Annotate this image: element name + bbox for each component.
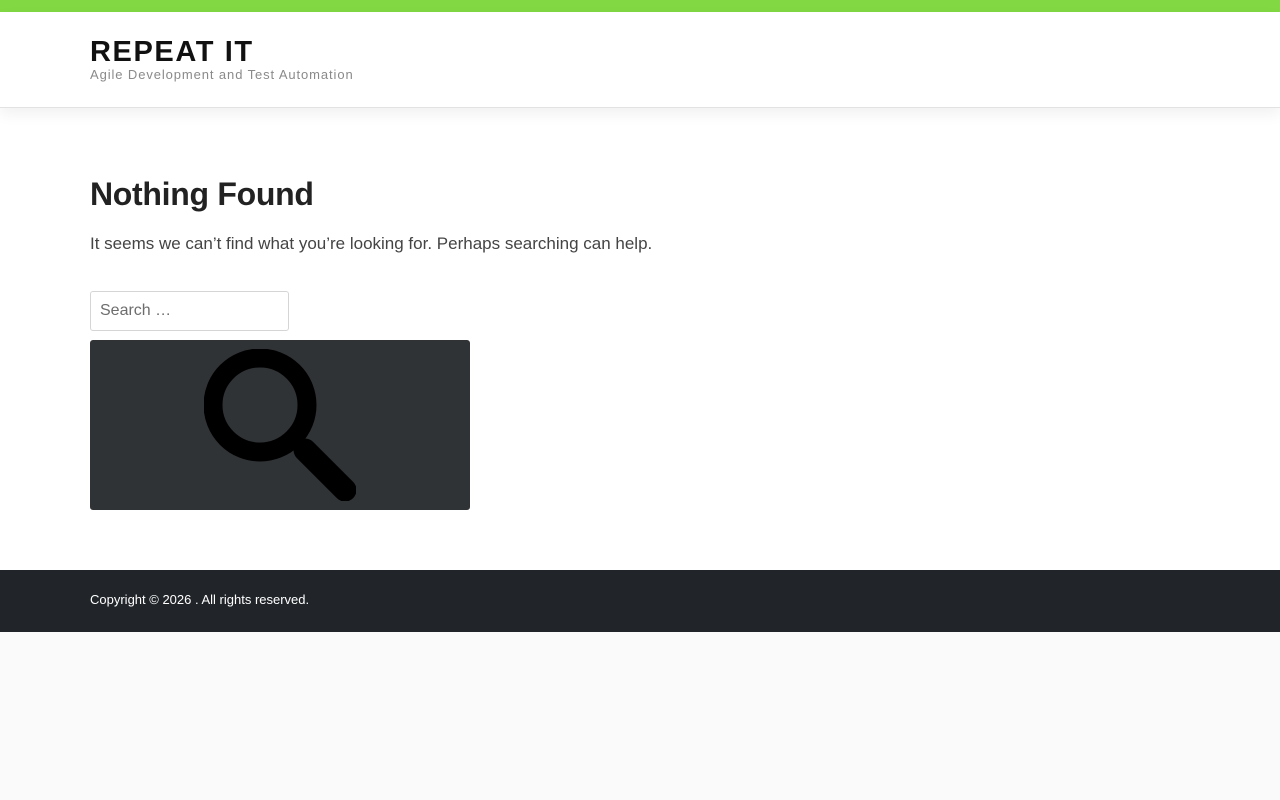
main-content: Nothing Found It seems we can’t find wha… bbox=[0, 108, 1280, 570]
top-accent-bar bbox=[0, 0, 1280, 12]
site-header: REPEAT IT Agile Development and Test Aut… bbox=[0, 12, 1280, 108]
site-footer: Copyright © 2026 . All rights reserved. bbox=[0, 570, 1280, 632]
site-tagline: Agile Development and Test Automation bbox=[90, 67, 354, 82]
site-title-link[interactable]: REPEAT IT bbox=[90, 34, 254, 70]
search-button[interactable] bbox=[90, 340, 470, 510]
search-input[interactable] bbox=[90, 291, 289, 331]
search-icon bbox=[204, 349, 356, 501]
copyright-text: Copyright © 2026 . All rights reserved. bbox=[90, 592, 310, 607]
page-title: Nothing Found bbox=[90, 176, 314, 212]
page-message: It seems we can’t find what you’re looki… bbox=[90, 234, 653, 253]
page-background bbox=[0, 632, 1280, 800]
